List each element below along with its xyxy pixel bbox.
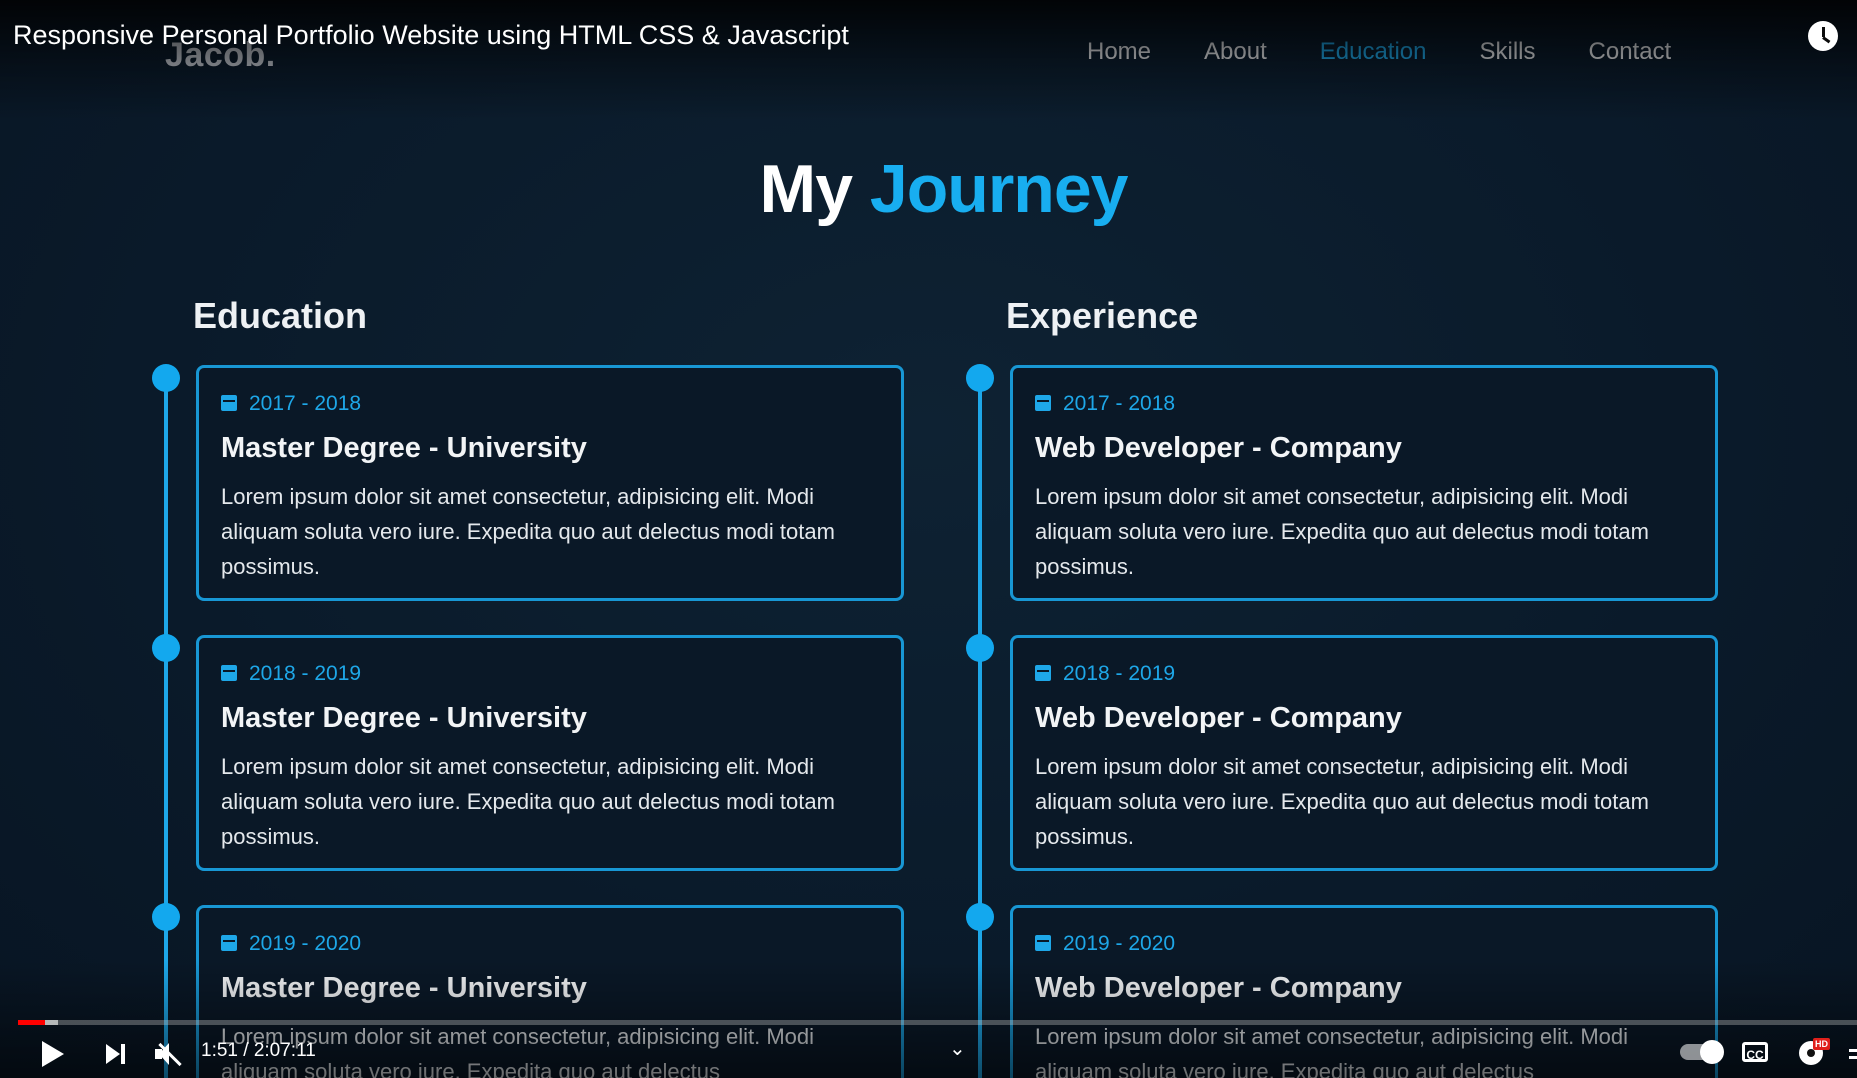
timeline-dot (152, 634, 180, 662)
video-title[interactable]: Responsive Personal Portfolio Website us… (13, 20, 849, 51)
nav-item-education[interactable]: Education (1320, 38, 1427, 66)
nav-item-about[interactable]: About (1204, 38, 1267, 66)
calendar-icon (1035, 395, 1051, 411)
calendar-icon (221, 665, 237, 681)
card-date-text: 2017 - 2018 (249, 392, 362, 415)
timeline-dot (152, 364, 180, 392)
card-description: Lorem ipsum dolor sit amet consectetur, … (221, 754, 835, 849)
experience-card-1: 2017 - 2018 Web Developer - Company Lore… (1010, 365, 1718, 601)
autoplay-toggle[interactable] (1680, 1040, 1724, 1064)
experience-card-3: 2019 - 2020 Web Developer - Company Lore… (1010, 905, 1718, 1078)
card-date: 2018 - 2019 (1035, 662, 1175, 686)
play-icon[interactable] (42, 1041, 64, 1067)
experience-timeline-line (978, 376, 982, 1078)
nav-item-contact[interactable]: Contact (1589, 38, 1672, 66)
experience-column-title: Experience (1006, 295, 1199, 336)
card-date: 2019 - 2020 (221, 932, 361, 956)
card-description: Lorem ipsum dolor sit amet consectetur, … (1035, 754, 1649, 849)
heading-word-2: Journey (869, 151, 1129, 227)
card-date: 2017 - 2018 (221, 392, 361, 416)
calendar-icon (1035, 935, 1051, 951)
card-title: Web Developer - Company (1035, 702, 1402, 734)
card-title: Master Degree - University (221, 432, 587, 464)
card-description: Lorem ipsum dolor sit amet consectetur, … (1035, 484, 1649, 579)
card-title: Web Developer - Company (1035, 432, 1402, 464)
time-display: 1:51 / 2:07:11 (201, 1040, 316, 1061)
education-timeline-line (164, 376, 168, 1078)
watch-later-clock-icon[interactable] (1808, 21, 1838, 51)
calendar-icon (1035, 665, 1051, 681)
experience-card-2: 2018 - 2019 Web Developer - Company Lore… (1010, 635, 1718, 871)
next-video-icon[interactable] (106, 1044, 126, 1064)
education-card-2: 2018 - 2019 Master Degree - University L… (196, 635, 904, 871)
timeline-dot (966, 634, 994, 662)
chevron-down-icon[interactable]: ⌄ (949, 1036, 966, 1061)
card-description: Lorem ipsum dolor sit amet consectetur, … (221, 1024, 815, 1078)
calendar-icon (221, 395, 237, 411)
card-date: 2017 - 2018 (1035, 392, 1175, 416)
card-title: Web Developer - Company (1035, 972, 1402, 1004)
calendar-icon (221, 935, 237, 951)
card-title: Master Degree - University (221, 702, 587, 734)
hd-badge: HD (1813, 1038, 1830, 1050)
card-date-text: 2018 - 2019 (1063, 662, 1176, 685)
timeline-dot (966, 364, 994, 392)
card-date: 2018 - 2019 (221, 662, 361, 686)
more-options-icon[interactable] (1849, 1047, 1857, 1061)
card-description: Lorem ipsum dolor sit amet consectetur, … (221, 484, 835, 579)
nav-item-skills[interactable]: Skills (1480, 38, 1536, 66)
card-date-text: 2017 - 2018 (1063, 392, 1176, 415)
heading-word-1: My (759, 151, 853, 227)
muted-volume-icon[interactable] (155, 1042, 182, 1067)
captions-button[interactable]: CC (1742, 1042, 1768, 1062)
card-date: 2019 - 2020 (1035, 932, 1175, 956)
card-date-text: 2019 - 2020 (1063, 932, 1176, 955)
progress-bar[interactable] (18, 1020, 1857, 1025)
timeline-dot (152, 903, 180, 931)
education-card-1: 2017 - 2018 Master Degree - University L… (196, 365, 904, 601)
education-column-title: Education (193, 295, 368, 336)
card-description: Lorem ipsum dolor sit amet consectetur, … (1035, 1024, 1629, 1078)
site-nav: Home About Education Skills Contact (1087, 38, 1724, 66)
card-date-text: 2018 - 2019 (249, 662, 362, 685)
card-title: Master Degree - University (221, 972, 587, 1004)
portfolio-page: Jacob. Home About Education Skills Conta… (0, 0, 1857, 1078)
timeline-dot (966, 903, 994, 931)
card-date-text: 2019 - 2020 (249, 932, 362, 955)
nav-item-home[interactable]: Home (1087, 38, 1151, 66)
progress-played (18, 1020, 45, 1025)
section-heading: My Journey (0, 150, 1857, 228)
